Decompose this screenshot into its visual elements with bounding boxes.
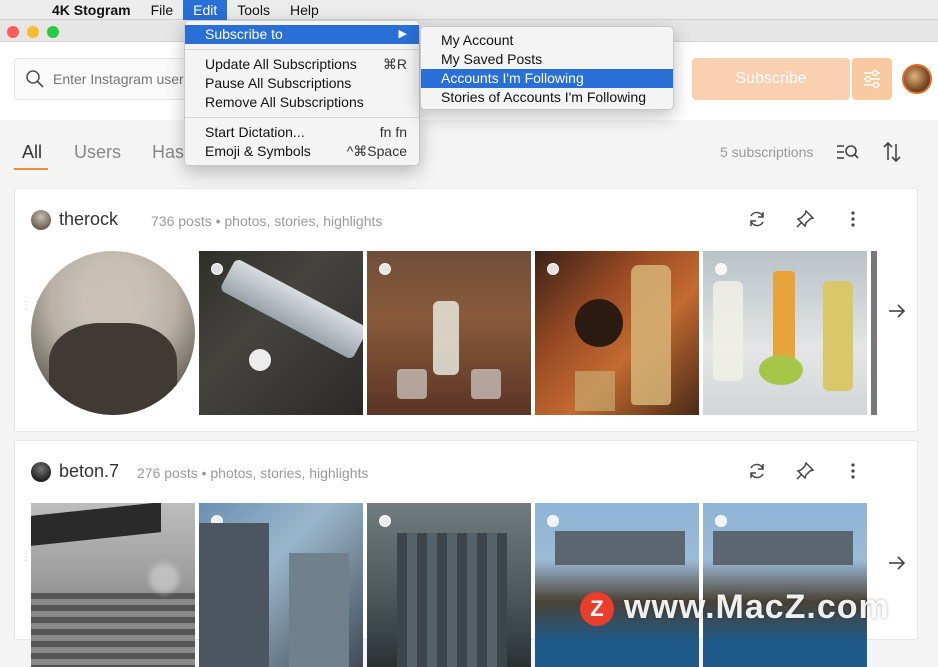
- select-circle-icon[interactable]: [547, 263, 559, 275]
- menu-item-label: Start Dictation...: [205, 124, 305, 140]
- account-name[interactable]: therock: [59, 209, 118, 230]
- filter-tabs: All Users Has 5 subscriptions: [0, 120, 938, 176]
- post-thumbnail[interactable]: [367, 503, 531, 667]
- account-meta: 736 posts • photos, stories, highlights: [151, 213, 383, 229]
- menu-item-accounts-following[interactable]: Accounts I'm Following: [421, 69, 673, 88]
- zoom-window-button[interactable]: [47, 26, 59, 38]
- menubar: 4K Stogram File Edit Tools Help: [0, 0, 938, 20]
- menu-item-stories-following[interactable]: Stories of Accounts I'm Following: [421, 88, 673, 107]
- menu-item-start-dictation[interactable]: Start Dictation... fn fn: [185, 123, 419, 142]
- close-window-button[interactable]: [7, 26, 19, 38]
- menu-item-label: Emoji & Symbols: [205, 143, 311, 159]
- watermark-logo: Z: [580, 592, 614, 626]
- pin-icon[interactable]: [795, 461, 815, 481]
- more-options-icon[interactable]: [843, 209, 863, 229]
- menu-item-pause-all[interactable]: Pause All Subscriptions: [185, 74, 419, 93]
- shortcut-label: ⌘R: [382, 56, 407, 72]
- watermark: Z www.MacZ.com: [580, 588, 920, 632]
- menu-item-label: Remove All Subscriptions: [205, 94, 364, 110]
- subscription-card: therock 736 posts • photos, stories, hig…: [14, 188, 918, 432]
- profile-photo: [31, 251, 195, 415]
- menu-item-label: Pause All Subscriptions: [205, 75, 352, 91]
- arrow-right-icon[interactable]: [887, 301, 907, 321]
- arrow-right-icon[interactable]: [887, 553, 907, 573]
- search-box[interactable]: [14, 58, 204, 100]
- post-thumbnail[interactable]: [199, 503, 363, 667]
- select-circle-icon[interactable]: [715, 263, 727, 275]
- post-thumbnail[interactable]: [535, 251, 699, 415]
- post-thumbnail[interactable]: [367, 251, 531, 415]
- menu-item-remove-all[interactable]: Remove All Subscriptions: [185, 93, 419, 112]
- menu-app-name[interactable]: 4K Stogram: [50, 0, 141, 20]
- menu-item-subscribe-to[interactable]: Subscribe to ▶: [185, 25, 419, 44]
- select-circle-icon[interactable]: [211, 263, 223, 275]
- pin-icon[interactable]: [795, 209, 815, 229]
- tab-all[interactable]: All: [22, 142, 42, 163]
- menu-item-emoji-symbols[interactable]: Emoji & Symbols ^⌘Space: [185, 142, 419, 161]
- card-header: therock 736 posts • photos, stories, hig…: [31, 189, 891, 247]
- drag-handle-icon[interactable]: ⋮⋮: [21, 553, 42, 569]
- submenu-arrow-icon: ▶: [398, 28, 407, 40]
- menu-separator: [185, 117, 419, 118]
- card-header: beton.7 276 posts • photos, stories, hig…: [31, 441, 891, 499]
- refresh-icon[interactable]: [747, 461, 767, 481]
- shortcut-label: ^⌘Space: [346, 143, 407, 159]
- account-name[interactable]: beton.7: [59, 461, 119, 482]
- menu-item-label: Update All Subscriptions: [205, 56, 357, 72]
- user-avatar[interactable]: [902, 64, 932, 94]
- refresh-icon[interactable]: [747, 209, 767, 229]
- menu-item-update-all[interactable]: Update All Subscriptions ⌘R: [185, 55, 419, 74]
- account-meta: 276 posts • photos, stories, highlights: [137, 465, 369, 481]
- subscribe-button[interactable]: Subscribe: [692, 58, 850, 100]
- post-thumbnail[interactable]: [703, 503, 867, 667]
- watermark-text: www.MacZ.com: [624, 588, 890, 626]
- subscription-settings-button[interactable]: [852, 58, 892, 100]
- next-thumbnail-edge: [871, 251, 877, 415]
- menu-tools[interactable]: Tools: [227, 0, 280, 20]
- account-avatar: [31, 210, 51, 230]
- minimize-window-button[interactable]: [27, 26, 39, 38]
- search-list-icon[interactable]: [836, 142, 860, 162]
- menu-file[interactable]: File: [141, 0, 184, 20]
- menu-edit[interactable]: Edit: [183, 0, 228, 20]
- post-thumbnail[interactable]: [31, 503, 195, 667]
- post-thumbnail[interactable]: [199, 251, 363, 415]
- select-circle-icon[interactable]: [547, 515, 559, 527]
- sort-icon[interactable]: [882, 140, 902, 164]
- drag-handle-icon[interactable]: ⋮⋮: [21, 301, 42, 317]
- select-circle-icon[interactable]: [715, 515, 727, 527]
- menu-item-label: Subscribe to: [205, 26, 283, 42]
- post-thumbnail[interactable]: [535, 503, 699, 667]
- subscribe-to-submenu: My Account My Saved Posts Accounts I'm F…: [420, 26, 674, 110]
- account-avatar: [31, 462, 51, 482]
- post-thumbnail[interactable]: [703, 251, 867, 415]
- subscription-count: 5 subscriptions: [720, 144, 814, 160]
- select-circle-icon[interactable]: [379, 263, 391, 275]
- menu-item-saved-posts[interactable]: My Saved Posts: [421, 50, 673, 69]
- search-icon: [26, 70, 44, 88]
- menu-separator: [185, 49, 419, 50]
- shortcut-label: fn fn: [379, 124, 407, 140]
- select-circle-icon[interactable]: [379, 515, 391, 527]
- edit-menu: Subscribe to ▶ Update All Subscriptions …: [184, 20, 420, 166]
- search-input[interactable]: [51, 69, 201, 89]
- more-options-icon[interactable]: [843, 461, 863, 481]
- menu-help[interactable]: Help: [280, 0, 329, 20]
- sliders-icon: [864, 69, 880, 89]
- tab-users[interactable]: Users: [74, 142, 121, 163]
- menu-item-my-account[interactable]: My Account: [421, 31, 673, 50]
- active-tab-indicator: [14, 168, 48, 170]
- tab-hashtags[interactable]: Has: [152, 142, 184, 163]
